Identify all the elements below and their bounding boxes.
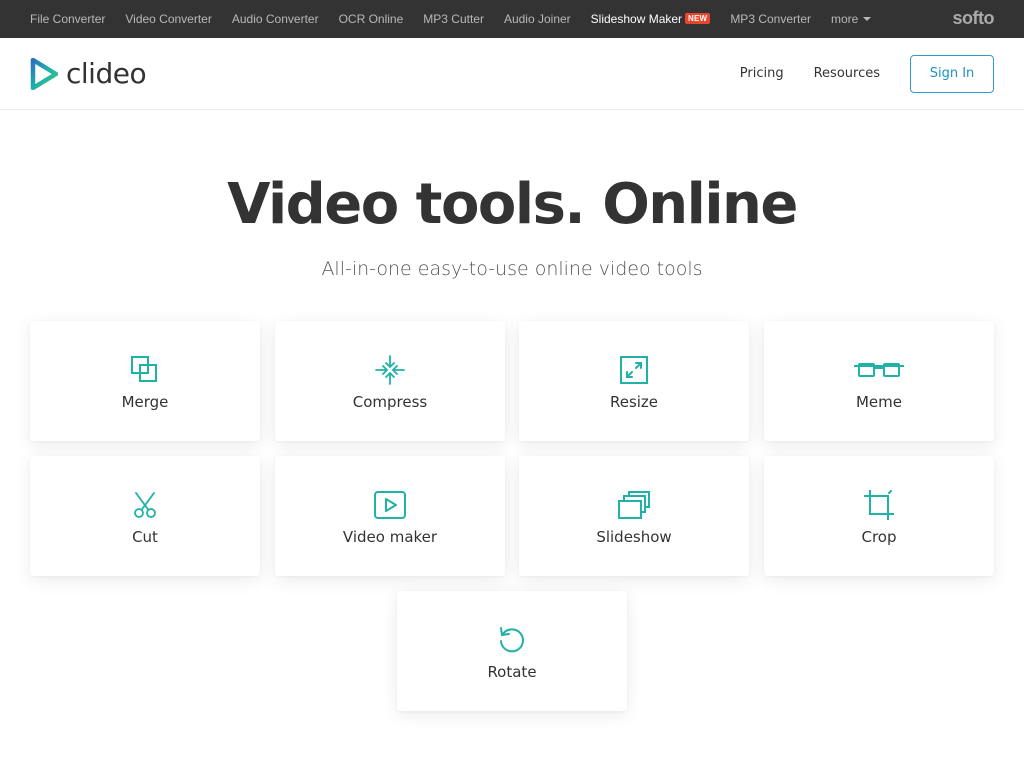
play-icon bbox=[374, 491, 406, 519]
tool-cut[interactable]: Cut bbox=[30, 456, 260, 576]
merge-icon bbox=[131, 356, 157, 382]
tool-label: Resize bbox=[609, 393, 659, 411]
brand-name: clideo bbox=[66, 57, 147, 90]
topbar-mp3-converter[interactable]: MP3 Converter bbox=[730, 12, 811, 26]
tool-label: Merge bbox=[121, 393, 169, 411]
tool-slideshow[interactable]: Slideshow bbox=[519, 456, 749, 576]
topbar-audio-converter[interactable]: Audio Converter bbox=[232, 12, 319, 26]
nav-pricing[interactable]: Pricing bbox=[740, 66, 784, 81]
sign-in-button[interactable]: Sign In bbox=[910, 54, 994, 93]
tool-label: Compress bbox=[352, 393, 428, 411]
new-badge: NEW bbox=[685, 13, 711, 24]
softo-logo[interactable]: softo bbox=[953, 8, 995, 29]
scissors-icon bbox=[134, 492, 156, 518]
tool-compress[interactable]: Compress bbox=[275, 321, 505, 441]
topbar-more-menu[interactable]: more bbox=[831, 12, 872, 26]
rotate-icon bbox=[500, 627, 524, 653]
top-bar: File Converter Video Converter Audio Con… bbox=[0, 0, 1024, 38]
tool-resize[interactable]: Resize bbox=[519, 321, 749, 441]
clideo-play-logo-icon bbox=[30, 57, 58, 90]
resize-icon bbox=[620, 356, 648, 384]
tool-label: Meme bbox=[855, 393, 902, 411]
tool-label: Crop bbox=[861, 528, 897, 546]
topbar-slideshow-maker-label: Slideshow Maker bbox=[590, 12, 683, 26]
tool-merge[interactable]: Merge bbox=[30, 321, 260, 441]
compress-icon bbox=[375, 355, 405, 385]
topbar-ocr-online[interactable]: OCR Online bbox=[339, 12, 404, 26]
topbar-more-label: more bbox=[831, 12, 859, 26]
topbar-video-converter[interactable]: Video Converter bbox=[125, 12, 212, 26]
main-nav: Pricing Resources Sign In bbox=[740, 54, 994, 93]
tool-rotate[interactable]: Rotate bbox=[397, 591, 627, 711]
topbar-slideshow-maker[interactable]: Slideshow Maker NEW bbox=[591, 12, 711, 26]
tool-label: Rotate bbox=[487, 663, 537, 681]
tool-video-maker[interactable]: Video maker bbox=[275, 456, 505, 576]
clideo-logo[interactable]: clideo bbox=[30, 57, 147, 90]
tool-crop[interactable]: Crop bbox=[764, 456, 994, 576]
slideshow-icon bbox=[618, 491, 650, 519]
tool-label: Video maker bbox=[342, 528, 438, 546]
nav-resources[interactable]: Resources bbox=[814, 66, 880, 81]
tool-label: Cut bbox=[132, 528, 158, 546]
tool-label: Slideshow bbox=[596, 528, 672, 546]
glasses-icon bbox=[854, 363, 904, 377]
topbar-file-converter[interactable]: File Converter bbox=[30, 12, 105, 26]
page-title: Video tools. Online bbox=[227, 172, 798, 237]
tool-meme[interactable]: Meme bbox=[764, 321, 994, 441]
site-header: clideo Pricing Resources Sign In bbox=[0, 38, 1024, 110]
topbar-audio-joiner[interactable]: Audio Joiner bbox=[504, 12, 571, 26]
crop-icon bbox=[864, 490, 894, 520]
page-subtitle: All-in-one easy-to-use online video tool… bbox=[321, 258, 703, 280]
topbar-mp3-cutter[interactable]: MP3 Cutter bbox=[423, 12, 484, 26]
caret-down-icon bbox=[863, 17, 872, 21]
